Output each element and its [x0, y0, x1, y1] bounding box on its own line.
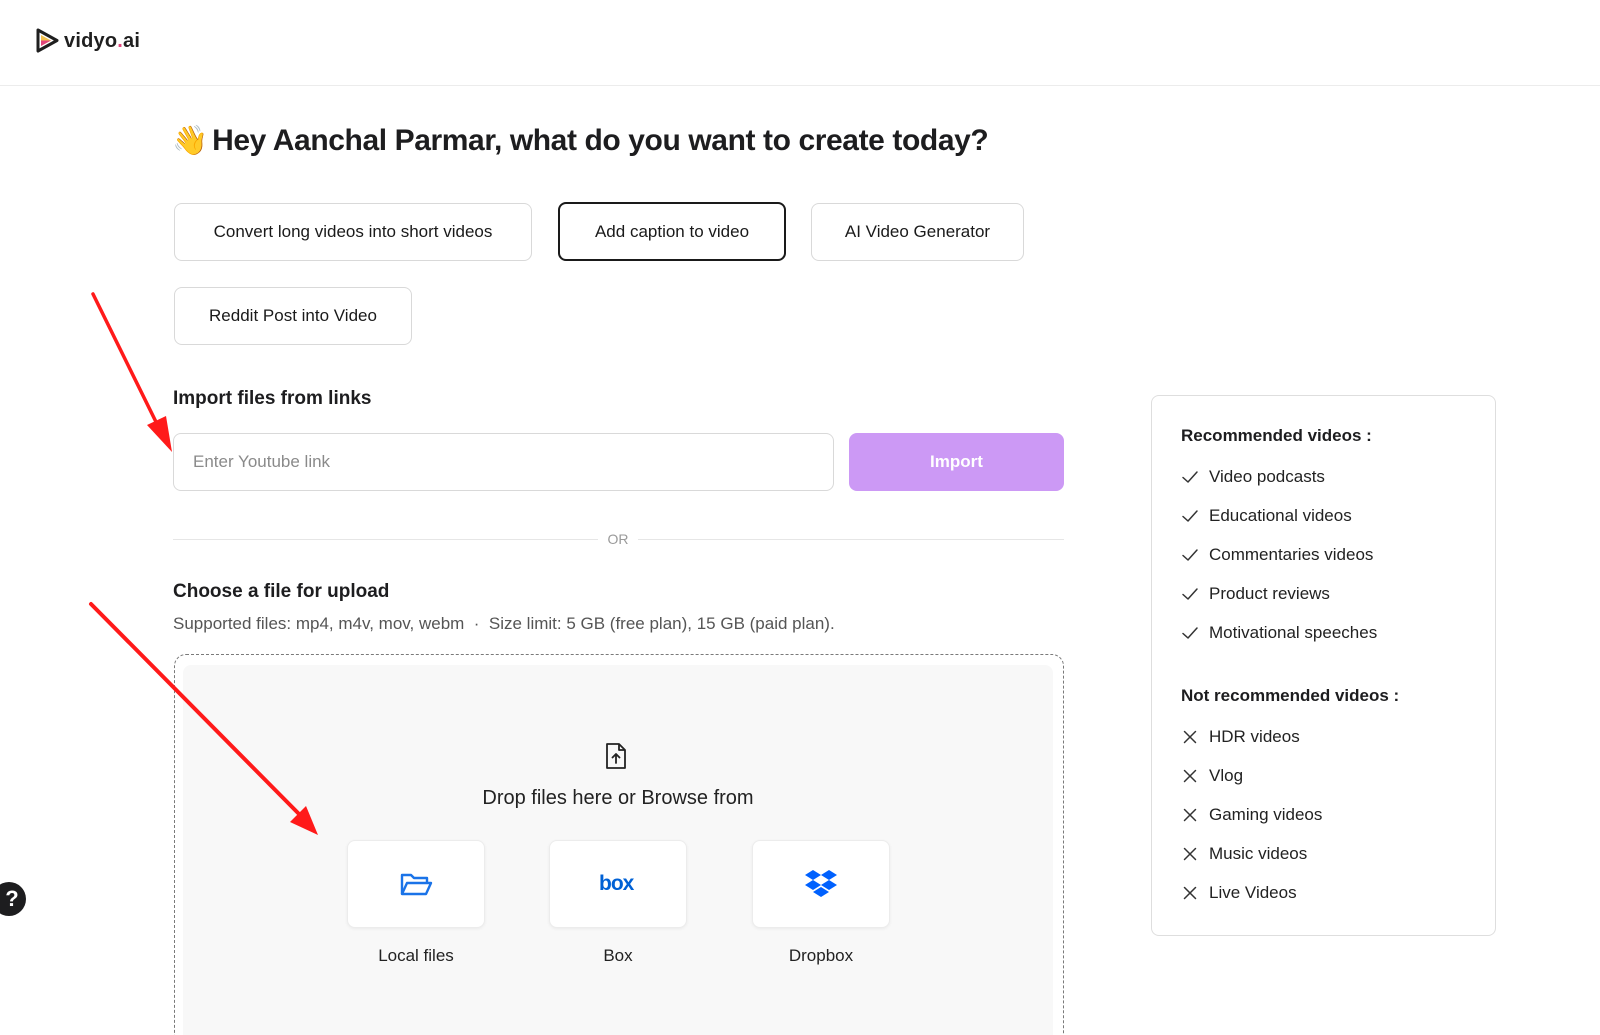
not-recommended-item: Music videos	[1181, 844, 1307, 864]
not-recommended-item: Vlog	[1181, 766, 1243, 786]
page: vidyo.ai 👋 Hey Aanchal Parmar, what do y…	[0, 0, 1600, 1035]
not-recommended-item-label: Vlog	[1209, 766, 1244, 785]
not-recommended-item-label: HDR videos	[1209, 727, 1300, 746]
box-logo-icon: box	[599, 872, 636, 895]
recommended-item-label: Commentaries videos	[1209, 545, 1374, 564]
recommended-item-label: Product reviews	[1209, 584, 1330, 603]
check-icon	[1182, 510, 1198, 522]
box-label: Box	[603, 946, 633, 965]
check-icon	[1182, 627, 1198, 639]
video-recommendations-panel: Recommended videos : Video podcasts Educ…	[1151, 395, 1496, 936]
play-logo-icon	[36, 28, 59, 53]
greeting: 👋 Hey Aanchal Parmar, what do you want t…	[172, 124, 989, 158]
recommended-title: Recommended videos :	[1181, 426, 1372, 445]
not-recommended-item-label: Live Videos	[1209, 883, 1297, 902]
folder-open-icon	[400, 873, 433, 896]
dropbox-button[interactable]	[752, 840, 890, 928]
file-upload-icon	[606, 743, 626, 769]
logo-wordmark: vidyo.ai	[64, 30, 140, 53]
option-reddit-post-button[interactable]: Reddit Post into Video	[174, 287, 412, 345]
recommended-item: Video podcasts	[1181, 467, 1325, 487]
recommended-item: Educational videos	[1181, 506, 1352, 526]
x-icon	[1183, 886, 1197, 900]
x-icon	[1183, 730, 1197, 744]
or-divider: OR	[173, 529, 1064, 549]
help-button[interactable]: ?	[0, 882, 26, 916]
or-label: OR	[607, 531, 629, 547]
local-files-label: Local files	[378, 946, 454, 965]
x-icon	[1183, 847, 1197, 861]
option-ai-video-generator-button[interactable]: AI Video Generator	[811, 203, 1024, 261]
file-dropzone[interactable]: Drop files here or Browse from Local fil…	[174, 654, 1064, 1035]
not-recommended-item: HDR videos	[1181, 727, 1300, 747]
dropzone-inner: Drop files here or Browse from Local fil…	[183, 665, 1053, 1035]
red-arrow-icon	[91, 292, 172, 452]
check-icon	[1182, 588, 1198, 600]
x-icon	[1183, 769, 1197, 783]
waving-hand-icon: 👋	[172, 124, 209, 157]
check-icon	[1182, 549, 1198, 561]
vidyo-logo[interactable]: vidyo.ai	[33, 27, 140, 55]
check-icon	[1182, 471, 1198, 483]
svg-text:box: box	[599, 872, 635, 895]
page-title: Hey Aanchal Parmar, what do you want to …	[212, 124, 989, 157]
not-recommended-title: Not recommended videos :	[1181, 686, 1400, 705]
logo-main-text: vidyo	[64, 29, 118, 52]
local-files-button[interactable]	[347, 840, 485, 928]
logo-suffix-text: ai	[123, 29, 141, 52]
dropbox-logo-icon	[805, 870, 837, 897]
recommended-item: Commentaries videos	[1181, 545, 1373, 565]
not-recommended-item-label: Gaming videos	[1209, 805, 1323, 824]
import-section-title: Import files from links	[173, 388, 372, 409]
not-recommended-item-label: Music videos	[1209, 844, 1308, 863]
x-icon	[1183, 808, 1197, 822]
recommended-item: Motivational speeches	[1181, 623, 1377, 643]
upload-section-title: Choose a file for upload	[173, 581, 390, 602]
not-recommended-item: Live Videos	[1181, 883, 1297, 903]
top-bar: vidyo.ai	[0, 0, 1600, 86]
option-convert-long-videos-button[interactable]: Convert long videos into short videos	[174, 203, 532, 261]
option-add-caption-button[interactable]: Add caption to video	[558, 202, 786, 261]
supported-files-text: Supported files: mp4, m4v, mov, webm · S…	[173, 614, 835, 633]
recommended-item-label: Motivational speeches	[1209, 623, 1378, 642]
dropbox-label: Dropbox	[788, 946, 854, 965]
not-recommended-item: Gaming videos	[1181, 805, 1322, 825]
recommended-item-label: Educational videos	[1209, 506, 1352, 525]
drop-files-text: Drop files here or Browse from	[482, 787, 754, 809]
import-button[interactable]: Import	[849, 433, 1064, 491]
divider-line-left	[173, 539, 598, 540]
divider-line-right	[638, 539, 1064, 540]
youtube-link-input[interactable]	[173, 433, 834, 491]
recommended-item-label: Video podcasts	[1209, 467, 1325, 486]
recommended-item: Product reviews	[1181, 584, 1330, 604]
box-button[interactable]: box	[549, 840, 687, 928]
